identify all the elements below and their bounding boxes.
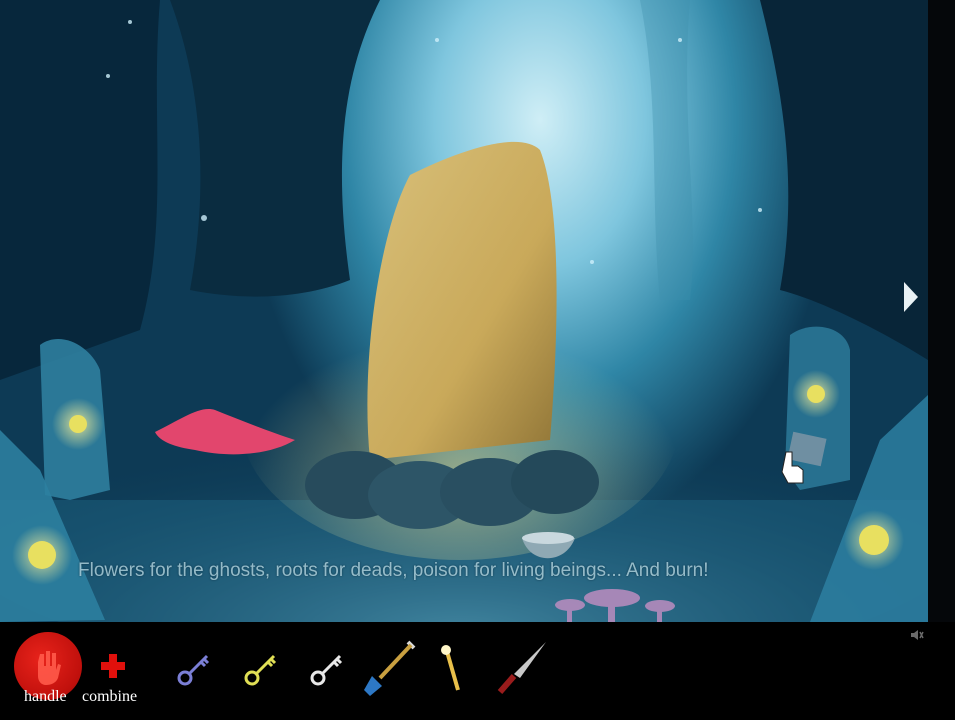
knife-icon[interactable] bbox=[492, 638, 552, 698]
blue-key-icon[interactable] bbox=[175, 650, 213, 688]
combine-plus-icon[interactable] bbox=[99, 652, 127, 680]
sun-symbol-right-lower[interactable] bbox=[844, 510, 904, 570]
game-scene[interactable]: Flowers for the ghosts, roots for deads,… bbox=[0, 0, 928, 622]
standing-stone[interactable] bbox=[367, 141, 557, 460]
gold-key-icon[interactable] bbox=[242, 650, 280, 688]
sun-symbol-left-lower[interactable] bbox=[12, 525, 72, 585]
sun-symbol-right-upper[interactable] bbox=[792, 370, 840, 418]
scene-caption: Flowers for the ghosts, roots for deads,… bbox=[78, 560, 709, 581]
inventory-toolbar: handle combine bbox=[0, 622, 955, 720]
navigate-right-arrow-icon[interactable] bbox=[900, 280, 920, 314]
shovel-icon[interactable] bbox=[362, 638, 418, 698]
sun-symbol-left-upper[interactable] bbox=[52, 398, 104, 450]
combine-label: combine bbox=[82, 688, 138, 705]
frame-edge bbox=[928, 0, 955, 622]
white-key-icon[interactable] bbox=[308, 650, 346, 688]
scene-art bbox=[0, 0, 928, 622]
torch-icon[interactable] bbox=[438, 644, 468, 694]
speaker-icon[interactable] bbox=[910, 628, 924, 642]
handle-label: handle bbox=[24, 688, 67, 705]
